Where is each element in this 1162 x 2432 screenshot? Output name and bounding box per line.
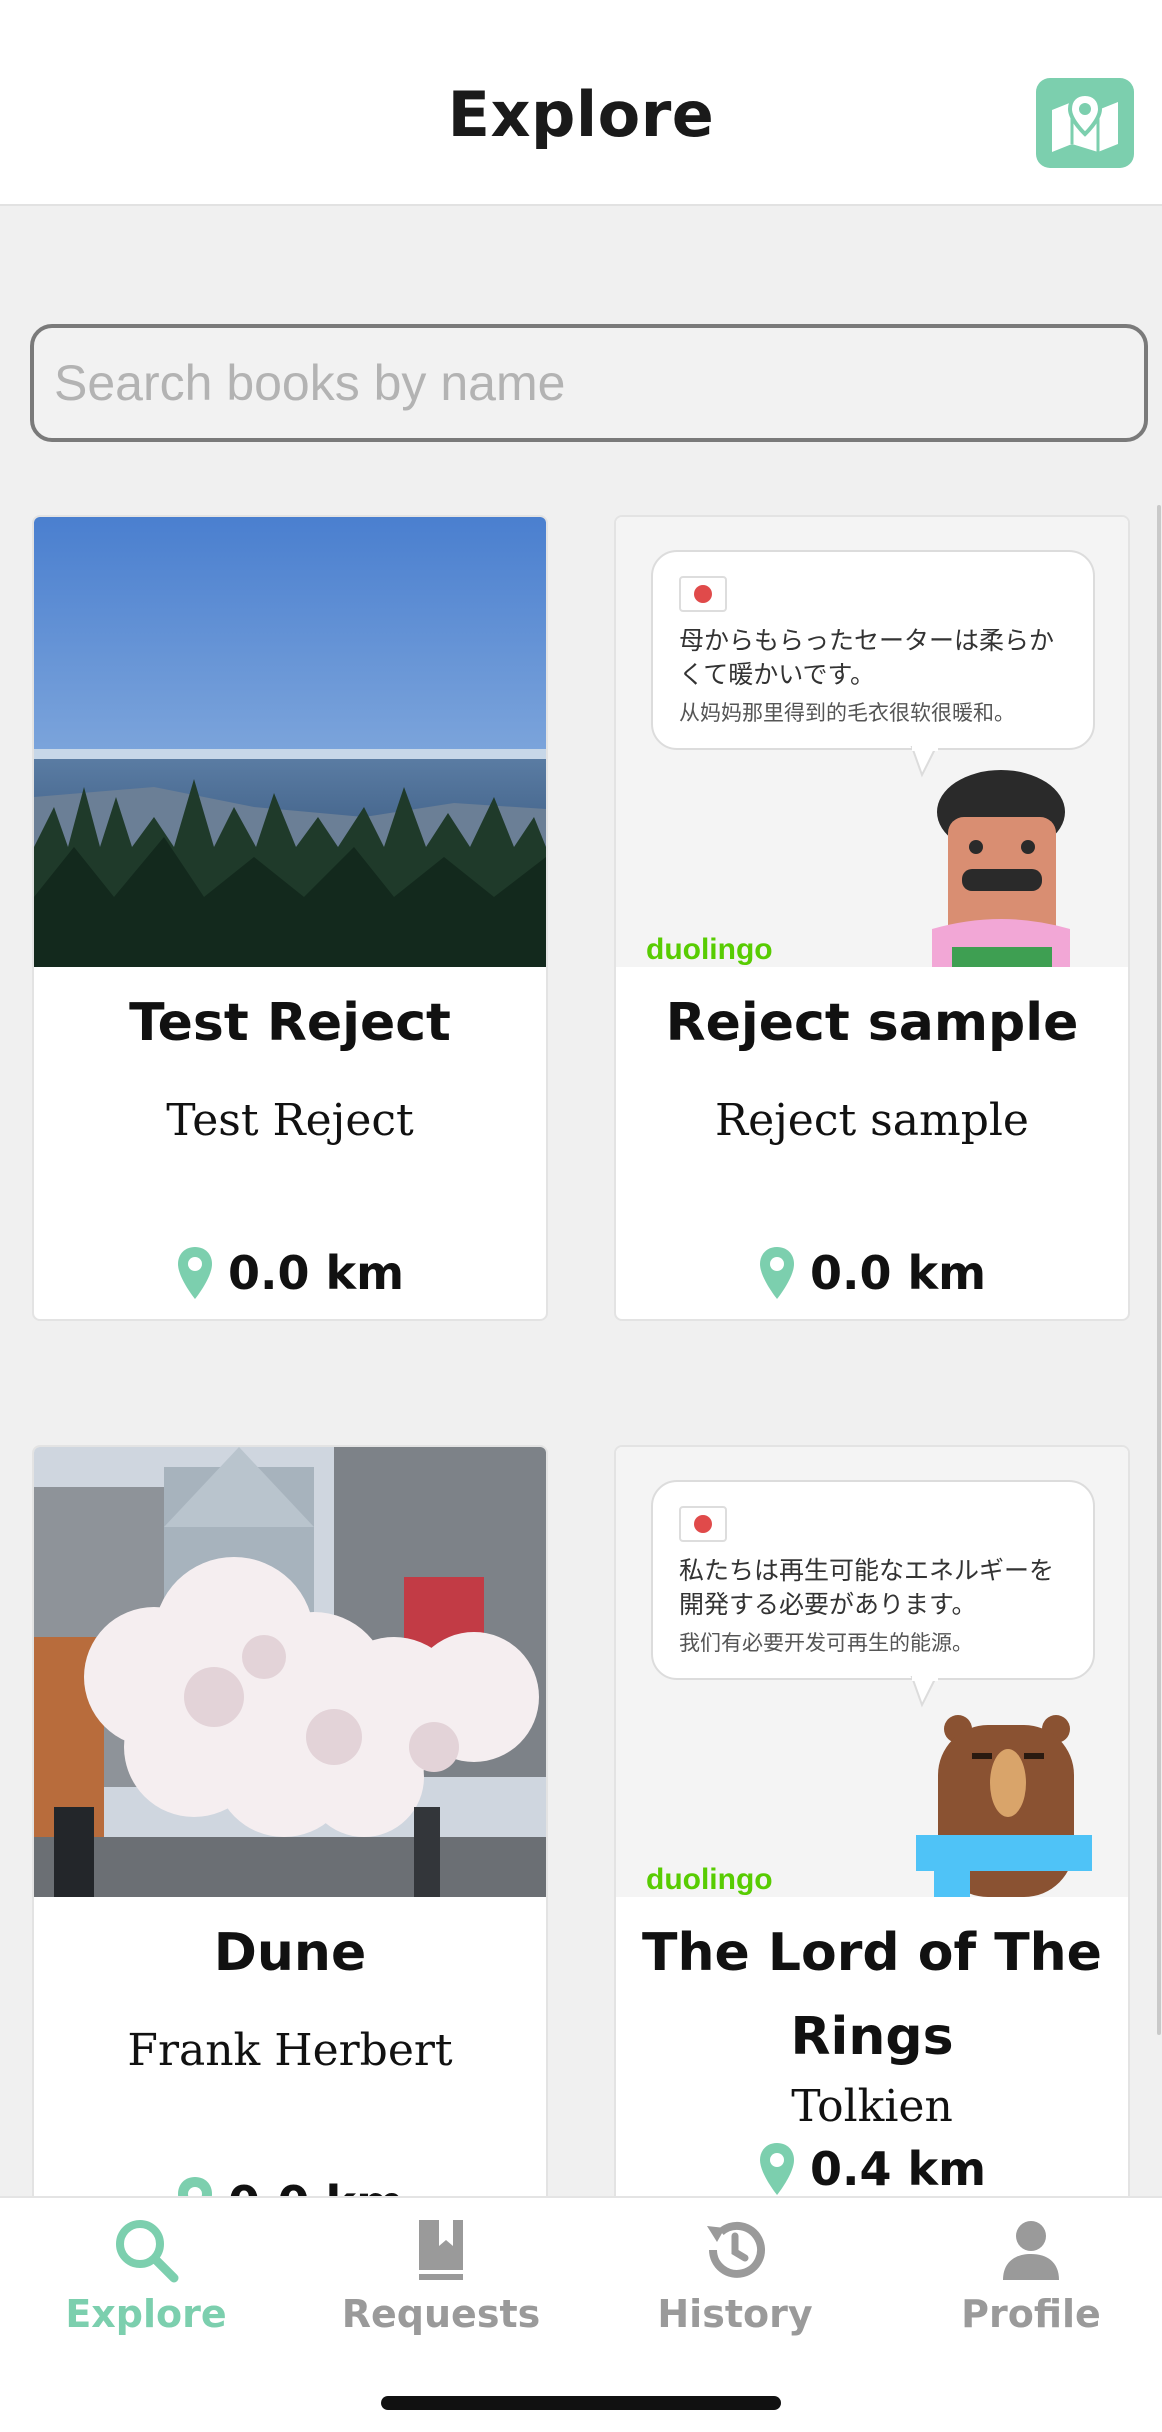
duolingo-logo: duolingo [646,1863,773,1896]
book-cover-image: 母からもらったセーターは柔らかくて暖かいです。 从妈妈那里得到的毛衣很软很暖和。… [616,517,1128,967]
tab-label: Requests [341,2292,541,2336]
app-header: Explore [0,0,1162,206]
tab-label: History [657,2292,813,2336]
book-distance: 0.0 km [34,1245,546,1301]
duolingo-logo: duolingo [646,933,773,966]
book-author: Frank Herbert [127,2025,453,2076]
book-card[interactable]: 私たちは再生可能なエネルギーを開発する必要があります。 我们有必要开发可再生的能… [614,1445,1130,2196]
book-author: Reject sample [715,1095,1029,1146]
book-cover-image: 私たちは再生可能なエネルギーを開発する必要があります。 我们有必要开发可再生的能… [616,1447,1128,1897]
tab-label: Explore [65,2292,227,2336]
book-title: Dune [213,1923,367,1983]
tab-label: Profile [961,2292,1101,2336]
scrollbar[interactable] [1157,505,1161,2035]
tab-profile[interactable]: Profile [921,2200,1141,2380]
book-icon [419,2220,463,2280]
book-title: The Lord of The Rings [642,1923,1102,2067]
book-author: Tolkien [791,2081,953,2132]
tab-explore[interactable]: Explore [36,2200,256,2380]
book-grid[interactable]: Test Reject Test Reject 0.0 km 母からもらったセー… [0,500,1162,2196]
home-indicator [381,2396,781,2410]
map-pin-icon [1052,91,1118,152]
tab-requests[interactable]: Requests [331,2200,551,2380]
book-title: Reject sample [665,993,1079,1053]
book-card[interactable]: Dune Frank Herbert 0.0 km [32,1445,548,2196]
map-view-button[interactable] [1036,78,1134,168]
book-distance: 0.4 km [616,2141,1128,2196]
distance-value: 0.4 km [809,2142,987,2196]
search-icon [116,2220,179,2283]
book-card[interactable]: 母からもらったセーターは柔らかくて暖かいです。 从妈妈那里得到的毛衣很软很暖和。… [614,515,1130,1321]
history-icon [707,2221,765,2278]
location-pin-icon [759,1247,794,1299]
location-pin-icon [759,2143,794,2195]
book-distance: 0.0 km [34,2175,546,2196]
book-author: Test Reject [166,1095,414,1146]
distance-value: 0.0 km [227,1246,405,1300]
book-distance: 0.0 km [616,1245,1128,1301]
book-cover-image [34,1447,546,1897]
person-icon [1003,2221,1059,2280]
location-pin-icon [177,1247,212,1299]
search-input[interactable] [52,353,1144,413]
book-cover-image [34,517,546,967]
distance-value: 0.0 km [228,2176,404,2196]
tab-history[interactable]: History [625,2200,845,2380]
page-title: Explore [447,78,715,151]
search-box[interactable] [30,324,1148,442]
book-card[interactable]: Test Reject Test Reject 0.0 km [32,515,548,1321]
book-title: Test Reject [129,993,451,1053]
location-pin-icon [177,2177,212,2196]
distance-value: 0.0 km [809,1246,987,1300]
